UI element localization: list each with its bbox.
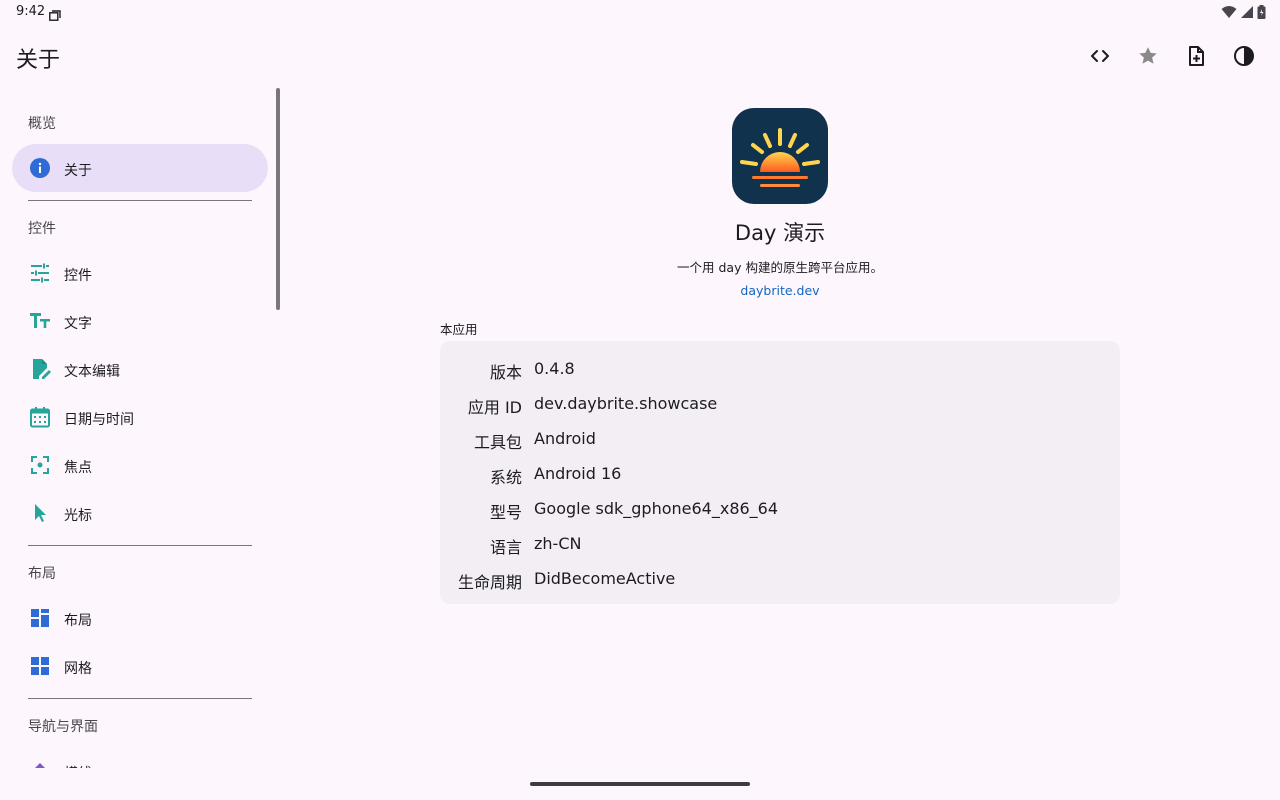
- status-icons: [1221, 4, 1266, 20]
- sidebar-item-partial[interactable]: 横线: [12, 747, 268, 768]
- notification-icon: [49, 6, 61, 21]
- app-name: Day 演示: [734, 221, 826, 245]
- info-value: dev.daybrite.showcase: [534, 394, 718, 413]
- divider: [28, 698, 252, 699]
- sidebar: 概览 关于 控件 控件 文字 文本编辑 日期与时间 焦点 光标 布局 布局 网格…: [0, 88, 282, 768]
- sidebar-item-grid[interactable]: 网格: [12, 642, 268, 690]
- sidebar-item-label: 焦点: [64, 460, 92, 476]
- section-header-widgets: 控件: [28, 221, 56, 237]
- sidebar-item-label: 布局: [64, 613, 92, 629]
- new-document-button[interactable]: [1180, 36, 1212, 76]
- info-card: 版本 0.4.8 应用 ID dev.daybrite.showcase 工具包…: [440, 341, 1120, 604]
- dashboard-icon: [28, 606, 52, 630]
- section-header-navigation: 导航与界面: [28, 719, 98, 735]
- edit-document-icon: [28, 357, 52, 381]
- sidebar-item-layout[interactable]: 布局: [12, 594, 268, 642]
- sidebar-item-cursor[interactable]: 光标: [12, 489, 268, 537]
- info-key: 语言: [489, 538, 522, 557]
- divider: [28, 200, 252, 201]
- info-row-lifecycle: 生命周期 DidBecomeActive: [440, 569, 1120, 604]
- note-add-icon: [1189, 46, 1204, 66]
- section-header-overview: 概览: [28, 116, 56, 132]
- sidebar-item-label: 网格: [64, 661, 92, 677]
- sidebar-item-datetime[interactable]: 日期与时间: [12, 393, 268, 441]
- sidebar-item-label: 关于: [64, 163, 92, 179]
- info-row-model: 型号 Google sdk_gphone64_x86_64: [440, 499, 1120, 534]
- star-icon: [1139, 47, 1157, 64]
- info-value: Android 16: [534, 464, 622, 483]
- sidebar-scrollbar[interactable]: [276, 88, 280, 310]
- info-value: DidBecomeActive: [534, 569, 676, 588]
- appbar-actions: [1084, 36, 1260, 76]
- info-key: 生命周期: [457, 573, 522, 592]
- info-value: 0.4.8: [534, 359, 575, 378]
- sidebar-item-about[interactable]: 关于: [12, 144, 268, 192]
- sidebar-item-label: 文本编辑: [64, 364, 120, 380]
- code-view-button[interactable]: [1084, 36, 1116, 76]
- contrast-icon: [1234, 46, 1254, 66]
- sidebar-item-label: 日期与时间: [64, 412, 134, 428]
- status-time: 9:42: [16, 4, 46, 19]
- wifi-icon: [1221, 6, 1237, 18]
- tune-icon: [28, 261, 52, 285]
- info-value: zh-CN: [534, 534, 582, 553]
- info-row-version: 版本 0.4.8: [440, 359, 1120, 394]
- info-icon: [28, 156, 52, 180]
- info-key: 型号: [489, 503, 522, 522]
- website-link[interactable]: daybrite.dev: [580, 283, 980, 298]
- sidebar-item-text[interactable]: 文字: [12, 297, 268, 345]
- sidebar-item-label: 控件: [64, 268, 92, 284]
- sidebar-item-label: 文字: [64, 316, 92, 332]
- divider: [28, 545, 252, 546]
- section-header-layout: 布局: [28, 566, 56, 582]
- sidebar-item-focus[interactable]: 焦点: [12, 441, 268, 489]
- sidebar-item-label: 横线: [64, 763, 92, 768]
- info-value: Google sdk_gphone64_x86_64: [534, 499, 779, 518]
- status-bar: 9:42: [0, 0, 1280, 24]
- info-key: 系统: [489, 468, 522, 487]
- info-key: 版本: [489, 363, 522, 382]
- sidebar-item-controls[interactable]: 控件: [12, 249, 268, 297]
- info-row-system: 系统 Android 16: [440, 464, 1120, 499]
- sidebar-item-text-edit[interactable]: 文本编辑: [12, 345, 268, 393]
- info-value: Android: [534, 429, 596, 448]
- info-row-toolkit: 工具包 Android: [440, 429, 1120, 464]
- page-title: 关于: [16, 48, 61, 73]
- diamond-icon: [28, 759, 52, 768]
- cursor-icon: [28, 501, 52, 525]
- grid-icon: [28, 654, 52, 678]
- info-section-label: 本应用: [440, 322, 478, 337]
- battery-icon: [1257, 5, 1266, 19]
- sidebar-item-label: 光标: [64, 508, 92, 524]
- theme-toggle-button[interactable]: [1228, 36, 1260, 76]
- info-row-app-id: 应用 ID dev.daybrite.showcase: [440, 394, 1120, 429]
- app-description: 一个用 day 构建的原生跨平台应用。: [677, 260, 883, 275]
- signal-icon: [1241, 6, 1253, 18]
- code-icon: [1091, 50, 1109, 62]
- info-row-language: 语言 zh-CN: [440, 534, 1120, 569]
- text-fields-icon: [28, 309, 52, 333]
- home-indicator[interactable]: [530, 782, 750, 786]
- center-focus-icon: [28, 453, 52, 477]
- app-logo: [732, 108, 828, 204]
- info-key: 应用 ID: [467, 398, 522, 417]
- info-key: 工具包: [473, 433, 522, 452]
- calendar-icon: [28, 405, 52, 429]
- favorite-button[interactable]: [1132, 36, 1164, 76]
